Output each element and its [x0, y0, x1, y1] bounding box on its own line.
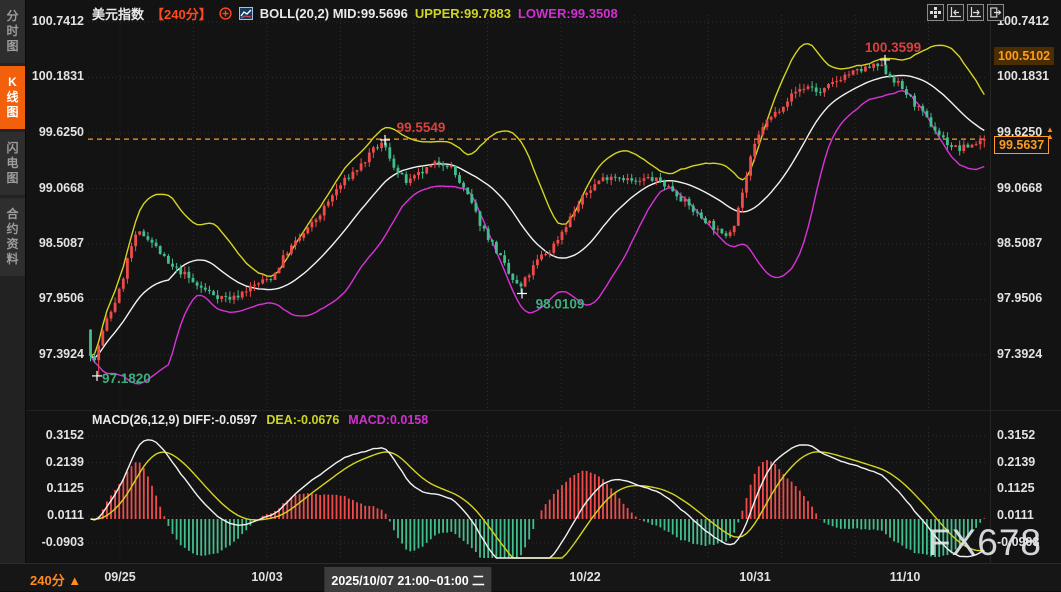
price-axis-label-left: 99.6250 [20, 125, 84, 139]
go-to-end-icon[interactable] [987, 4, 1004, 21]
indicator-chart-icon[interactable] [239, 7, 253, 20]
price-axis-label-right: 0.1125 [997, 481, 1059, 495]
macd-dea-value: DEA:-0.0676 [266, 413, 339, 427]
price-axis-label-right: 0.3152 [997, 428, 1059, 442]
price-axis-label-left: 98.5087 [20, 236, 84, 250]
sidebar-tab-item[interactable]: 分 时 图 [0, 0, 25, 63]
price-axis-label-right: 97.9506 [997, 291, 1059, 305]
sidebar-tab-active[interactable]: K 线 图 [0, 66, 25, 129]
svg-text:98.0109: 98.0109 [536, 296, 585, 311]
shift-left-icon[interactable] [947, 4, 964, 21]
price-axis-label-right: 100.1831 [997, 69, 1059, 83]
time-tick-label: 11/10 [890, 570, 921, 584]
price-axis-label-right: 0.0111 [997, 508, 1059, 522]
period-selector[interactable]: 240分 ▲ [30, 570, 81, 589]
boll-values: BOLL(20,2) MID:99.5696 [260, 6, 408, 21]
time-axis: 240分 ▲ 09/25 10/03 10/22 10/31 11/10 2025/10… [0, 563, 1061, 591]
time-tick-label: 10/03 [251, 570, 282, 584]
time-tick-label: 09/25 [104, 570, 135, 584]
svg-text:99.5549: 99.5549 [397, 120, 446, 135]
price-axis-label-left: -0.0903 [20, 535, 84, 549]
chart-app: 100.3599 99.5549 98.0109 97.1820 分 时 图 K 线 图… [0, 0, 1061, 590]
boll-lower-value: LOWER:99.3508 [518, 6, 618, 21]
price-axis-label-right: 98.5087 [997, 236, 1059, 250]
sidebar-tab-item[interactable]: 合 约 资 料 [0, 198, 25, 276]
symbol-name: 美元指数 [92, 4, 144, 23]
period-label[interactable]: 【240分】 [151, 4, 212, 23]
alert-price-tag: 100.5102 [994, 47, 1054, 65]
price-axis-label-left: 0.0111 [20, 508, 84, 522]
price-axis-label-left: 97.3924 [20, 347, 84, 361]
sidebar-tab-item[interactable]: 闪 电 图 [0, 132, 25, 195]
macd-hist-value: MACD:0.0158 [348, 413, 428, 427]
add-indicator-icon[interactable] [219, 7, 232, 20]
boll-upper-value: UPPER:99.7883 [415, 6, 511, 21]
crosshair-time-label: 2025/10/07 21:00~01:00 二 [324, 567, 491, 592]
shift-right-icon[interactable] [967, 4, 984, 21]
price-axis-label-left: 0.2139 [20, 455, 84, 469]
price-axis-label-right: 100.7412 [997, 14, 1059, 28]
time-tick-label: 10/31 [739, 570, 770, 584]
macd-diff-value: MACD(26,12,9) DIFF:-0.0597 [92, 413, 257, 427]
price-axis-label-right: 99.0668 [997, 181, 1059, 195]
candlestick-chart-canvas[interactable]: 100.3599 99.5549 98.0109 97.1820 [0, 0, 1061, 590]
watermark: FX678 [928, 522, 1042, 564]
chart-header: 美元指数 【240分】 BOLL(20,2) MID:99.5696 UPPER… [92, 4, 618, 23]
price-axis-label-left: 97.9506 [20, 291, 84, 305]
last-price-tag: 99.5637 [994, 136, 1049, 154]
svg-text:100.3599: 100.3599 [865, 40, 921, 55]
move-chart-icon[interactable] [927, 4, 944, 21]
price-axis-label-left: 100.7412 [20, 14, 84, 28]
jump-to-latest-icon[interactable]: ▲▲ [1046, 126, 1054, 140]
macd-header: MACD(26,12,9) DIFF:-0.0597 DEA:-0.0676 M… [92, 413, 428, 427]
price-axis-label-left: 100.1831 [20, 69, 84, 83]
price-axis-label-left: 0.3152 [20, 428, 84, 442]
sidebar: 分 时 图 K 线 图闪 电 图合 约 资 料 [0, 0, 26, 563]
right-axis-divider [990, 0, 991, 563]
time-tick-label: 10/22 [569, 570, 600, 584]
price-axis-label-right: 0.2139 [997, 455, 1059, 469]
price-axis-label-right: 97.3924 [997, 347, 1059, 361]
svg-text:97.1820: 97.1820 [102, 371, 151, 386]
pane-separator [0, 410, 1061, 411]
price-axis-label-left: 99.0668 [20, 181, 84, 195]
price-axis-label-left: 0.1125 [20, 481, 84, 495]
chart-toolbar [927, 4, 1004, 21]
